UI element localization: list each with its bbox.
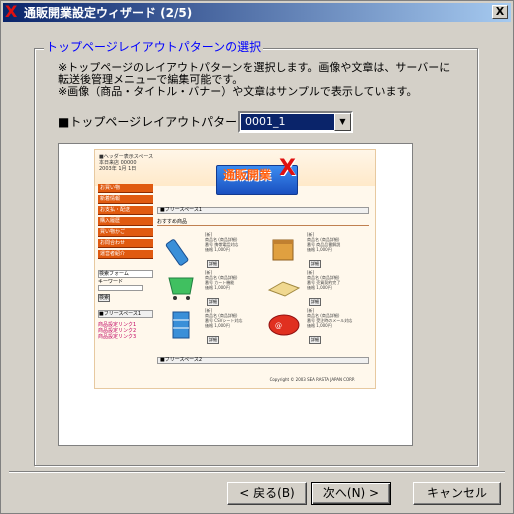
menu-item: 新着情報 <box>98 195 153 204</box>
svg-text:@: @ <box>275 322 282 330</box>
link-3: 商品設定リンク3 <box>98 334 137 340</box>
app-icon: X <box>5 1 18 21</box>
handshake-image <box>267 281 301 297</box>
layout-preview: ■ヘッダー表示スペース 本日来店 00000 2003年 1月 1日 通販開業 … <box>94 149 376 389</box>
logo-text: 通販開業 <box>223 168 272 182</box>
product-box: [新] 商品名 (商品詳細) 番号 商品品番解説 価格 1,000円 詳細 <box>263 230 363 270</box>
search-btn: 検索 <box>98 294 110 302</box>
separator <box>9 471 505 473</box>
detail-button: 詳細 <box>309 260 321 268</box>
detail-button: 詳細 <box>309 298 321 306</box>
close-button[interactable]: X <box>492 5 508 19</box>
product-line: 価格 1,000円 <box>205 323 230 328</box>
copyright: Copyright © 2003 SEA RASTA JAPAN CORP. <box>269 377 355 382</box>
product-line: 価格 1,000円 <box>307 247 332 252</box>
pattern-select[interactable]: 0001_1 ▼ <box>238 111 353 133</box>
product-phone: [新] 商品名 (商品詳細) 番号 携帯電話対応 価格 1,000円 詳細 <box>161 230 261 270</box>
shop-logo: 通販開業 X <box>216 156 298 195</box>
detail-button: 詳細 <box>207 336 219 344</box>
section-title: トップページレイアウトパターンの選択 <box>44 38 264 55</box>
menu-item: 運営者紹介 <box>98 250 153 259</box>
recommended-heading: おすすめ商品 <box>157 219 369 226</box>
phone-image <box>165 239 189 266</box>
menu-item: 購入履歴 <box>98 217 153 226</box>
back-button[interactable]: < 戻る(B) <box>227 482 307 505</box>
next-button[interactable]: 次へ(N) > <box>311 482 391 505</box>
product-line: 価格 1,000円 <box>307 285 332 290</box>
product-csv: [新] 商品名 (商品詳細) 番号 CSVシート対応 価格 1,000円 詳細 <box>161 306 261 346</box>
menu-item: 買い物かご <box>98 228 153 237</box>
detail-button: 詳細 <box>309 336 321 344</box>
product-line: 価格 1,000円 <box>307 323 332 328</box>
window-title: 通販開業設定ウィザード (2/5) <box>24 6 193 20</box>
sheet-image <box>172 311 190 339</box>
detail-button: 詳細 <box>207 298 219 306</box>
product-handshake: [新] 商品名 (商品詳細) 番号 売買契約完了 価格 1,000円 詳細 <box>263 268 363 308</box>
pattern-label: ■トップページレイアウトパターン <box>58 115 249 129</box>
description-line: ※画像（商品・タイトル・バナー）や文章はサンプルで表示しています。 <box>58 85 418 98</box>
preview-header-text: ■ヘッダー表示スペース 本日来店 00000 2003年 1月 1日 <box>99 154 153 172</box>
free-space-top: ■フリースペース1 <box>157 207 369 214</box>
product-line: 価格 1,000円 <box>205 247 230 252</box>
search-label: 検索フォーム <box>98 270 153 278</box>
pattern-select-value: 0001_1 <box>241 114 335 130</box>
preview-side: 検索フォーム キーワード 検索 ■フリースペース1 商品設定リンク1 商品設定リ… <box>98 270 153 340</box>
keyword-input <box>98 285 143 291</box>
free-space-bottom: ■フリースペース2 <box>157 357 369 364</box>
menu-item: お支払・配送 <box>98 206 153 215</box>
box-image <box>272 239 294 261</box>
detail-button: 詳細 <box>207 260 219 268</box>
product-cart: [新] 商品名 (商品詳細) 番号 カート機能 価格 1,000円 詳細 <box>161 268 261 308</box>
dropdown-arrow-icon[interactable]: ▼ <box>334 113 351 131</box>
wizard-window: X 通販開業設定ウィザード (2/5) X トップページレイアウトパターンの選択… <box>0 0 514 514</box>
cart-image <box>168 277 194 300</box>
mail-image: @ <box>268 314 300 336</box>
layout-preview-frame: ■ヘッダー表示スペース 本日来店 00000 2003年 1月 1日 通販開業 … <box>58 143 413 446</box>
cancel-button[interactable]: キャンセル <box>413 482 501 505</box>
menu-item: お買い物 <box>98 184 153 193</box>
product-mail: @ [新] 商品名 (商品詳細) 番号 受注時のメール対応 価格 1,000円 詳細 <box>263 306 363 346</box>
preview-menu: お買い物 新着情報 お支払・配送 購入履歴 買い物かご お問合わせ 運営者紹介 <box>98 184 153 261</box>
title-bar: X 通販開業設定ウィザード (2/5) X <box>3 1 511 22</box>
menu-item: お問合わせ <box>98 239 153 248</box>
product-line: 価格 1,000円 <box>205 285 230 290</box>
free-space-left: ■フリースペース1 <box>98 310 153 318</box>
date-text: 2003年 1月 1日 <box>99 166 137 172</box>
logo-x: X <box>279 156 296 181</box>
description: ※トップページのレイアウトパターンを選択します。画像や文章は、サーバーに 転送後… <box>58 62 478 98</box>
